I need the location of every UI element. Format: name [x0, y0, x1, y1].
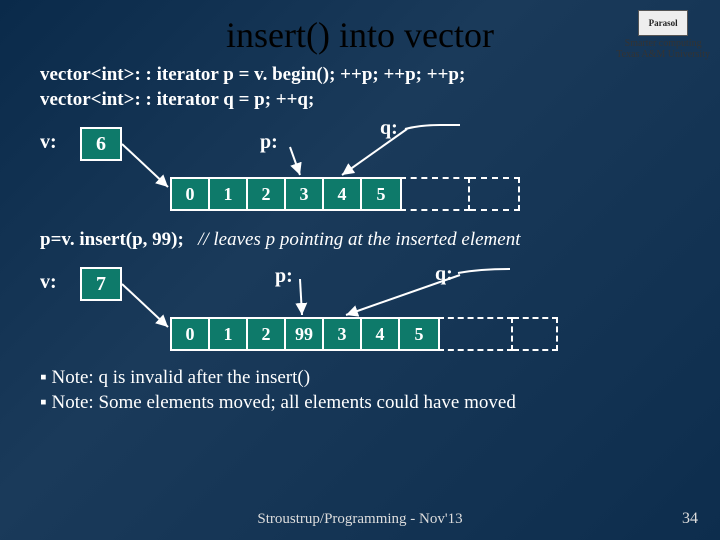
code-line-2: vector<int>: : iterator q = p; ++q;: [40, 89, 690, 111]
size-box-1: 6: [80, 127, 122, 161]
code-line-1: vector<int>: : iterator p = v. begin(); …: [40, 64, 690, 86]
ghost-2a: [438, 317, 513, 351]
note-1: Note: q is invalid after the insert(): [40, 367, 690, 389]
cell: 1: [210, 319, 248, 349]
ghost-1a: [400, 177, 470, 211]
v-label-1: v:: [40, 131, 57, 154]
cell: 2: [248, 179, 286, 209]
logo-tag1: Smarter computing: [616, 38, 710, 49]
cell: 3: [324, 319, 362, 349]
footer-text: Stroustrup/Programming - Nov'13: [0, 511, 720, 528]
cell: 0: [172, 179, 210, 209]
cells-1: 0 1 2 3 4 5: [170, 177, 402, 211]
cell: 5: [400, 319, 438, 349]
v-label-2: v:: [40, 271, 57, 294]
p-label-2: p:: [275, 265, 293, 288]
slide-title: insert() into vector: [0, 0, 720, 56]
insert-comment: p=v. insert(p, 99); // leaves p pointing…: [40, 229, 690, 251]
diagram-before: v: 6 p: q: 0 1 2 3 4 5: [40, 117, 690, 227]
logo-mark: Parasol: [638, 10, 688, 36]
cells-2: 0 1 2 99 3 4 5: [170, 317, 440, 351]
cell: 99: [286, 319, 324, 349]
cell: 1: [210, 179, 248, 209]
cell: 4: [324, 179, 362, 209]
p-label-1: p:: [260, 131, 278, 154]
note-2: Note: Some elements moved; all elements …: [40, 392, 690, 414]
cell: 3: [286, 179, 324, 209]
ghost-2b: [513, 317, 558, 351]
logo-tag2: Texas A&M University: [616, 49, 710, 60]
q-label-1: q:: [380, 117, 398, 140]
q-label-2: q:: [435, 263, 453, 286]
cell: 4: [362, 319, 400, 349]
cell: 5: [362, 179, 400, 209]
ghost-1b: [470, 177, 520, 211]
parasol-logo: Parasol Smarter computing Texas A&M Univ…: [616, 10, 710, 60]
size-box-2: 7: [80, 267, 122, 301]
cell: 0: [172, 319, 210, 349]
cell: 2: [248, 319, 286, 349]
diagram-after: v: 7 p: q: 0 1 2 99 3 4 5: [40, 257, 690, 367]
page-number: 34: [682, 510, 698, 528]
notes-list: Note: q is invalid after the insert() No…: [0, 367, 720, 414]
